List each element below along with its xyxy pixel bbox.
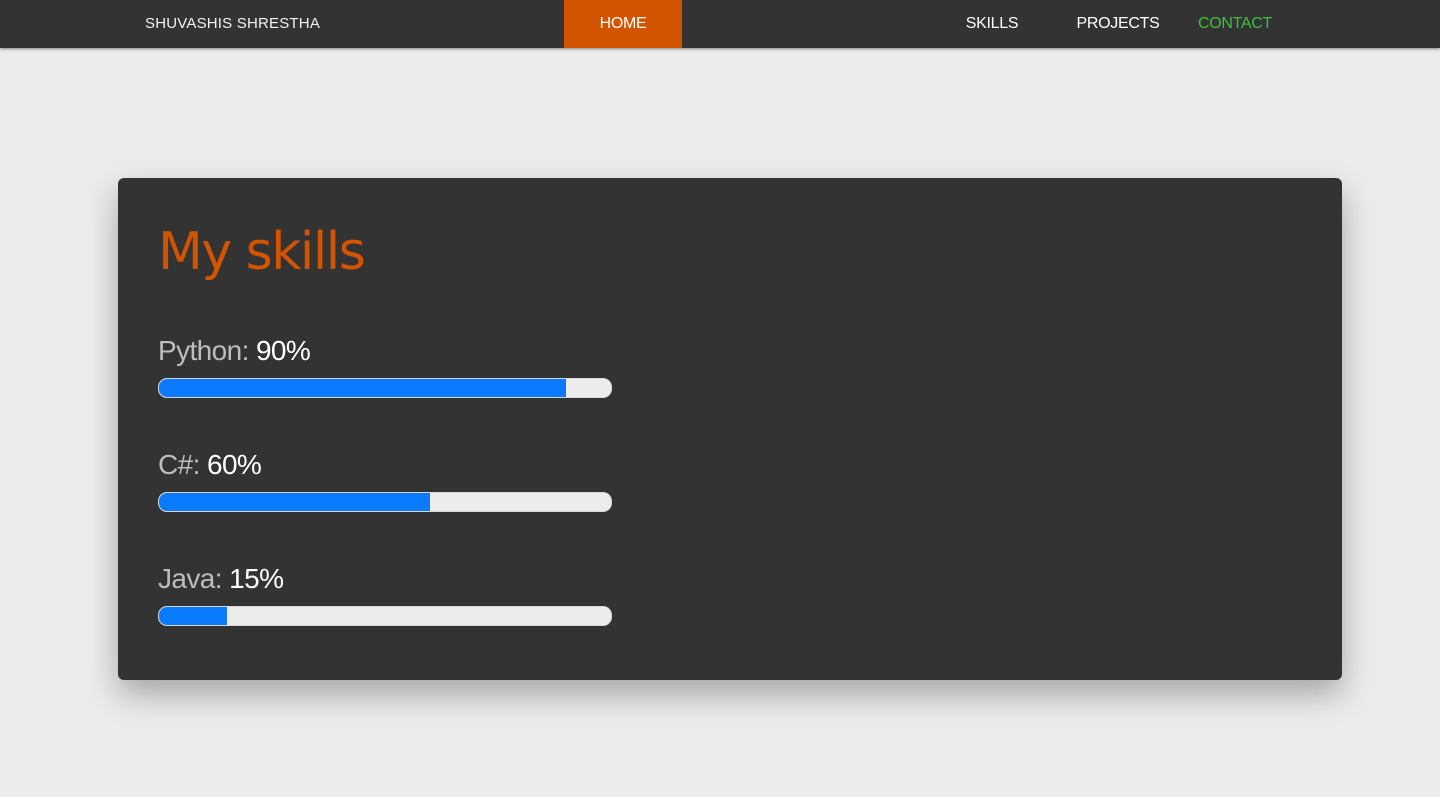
progress-track (158, 606, 612, 626)
nav-projects-link[interactable]: PROJECTS (1068, 0, 1168, 48)
skill-percent: 60% (206, 449, 262, 480)
skill-percent: 15% (229, 563, 284, 594)
skill-percent: 90% (255, 335, 311, 366)
nav-contact-link[interactable]: CONTACT (1190, 0, 1280, 48)
skill-label: Java: 15% (158, 562, 612, 596)
skill-name: Java: (158, 563, 223, 594)
nav-skills-link[interactable]: SKILLS (948, 0, 1036, 48)
progress-fill (159, 379, 566, 397)
progress-fill (159, 607, 227, 625)
skill-name: Python: (158, 335, 249, 366)
skill-python: Python: 90% (158, 334, 612, 398)
skill-csharp: C#: 60% (158, 448, 612, 512)
skill-java: Java: 15% (158, 562, 612, 626)
brand-link[interactable]: SHUVASHIS SHRESTHA (145, 0, 320, 48)
nav-home-link[interactable]: HOME (564, 0, 682, 48)
progress-track (158, 378, 612, 398)
progress-track (158, 492, 612, 512)
top-navbar: SHUVASHIS SHRESTHA HOME SKILLS PROJECTS … (0, 0, 1440, 48)
skills-title: My skills (158, 222, 366, 282)
skills-card: My skills Python: 90% C#: 60% Java: 15% (118, 178, 1342, 680)
skill-name: C#: (158, 449, 200, 480)
skill-label: C#: 60% (158, 448, 612, 482)
skill-label: Python: 90% (158, 334, 612, 368)
progress-fill (159, 493, 431, 511)
